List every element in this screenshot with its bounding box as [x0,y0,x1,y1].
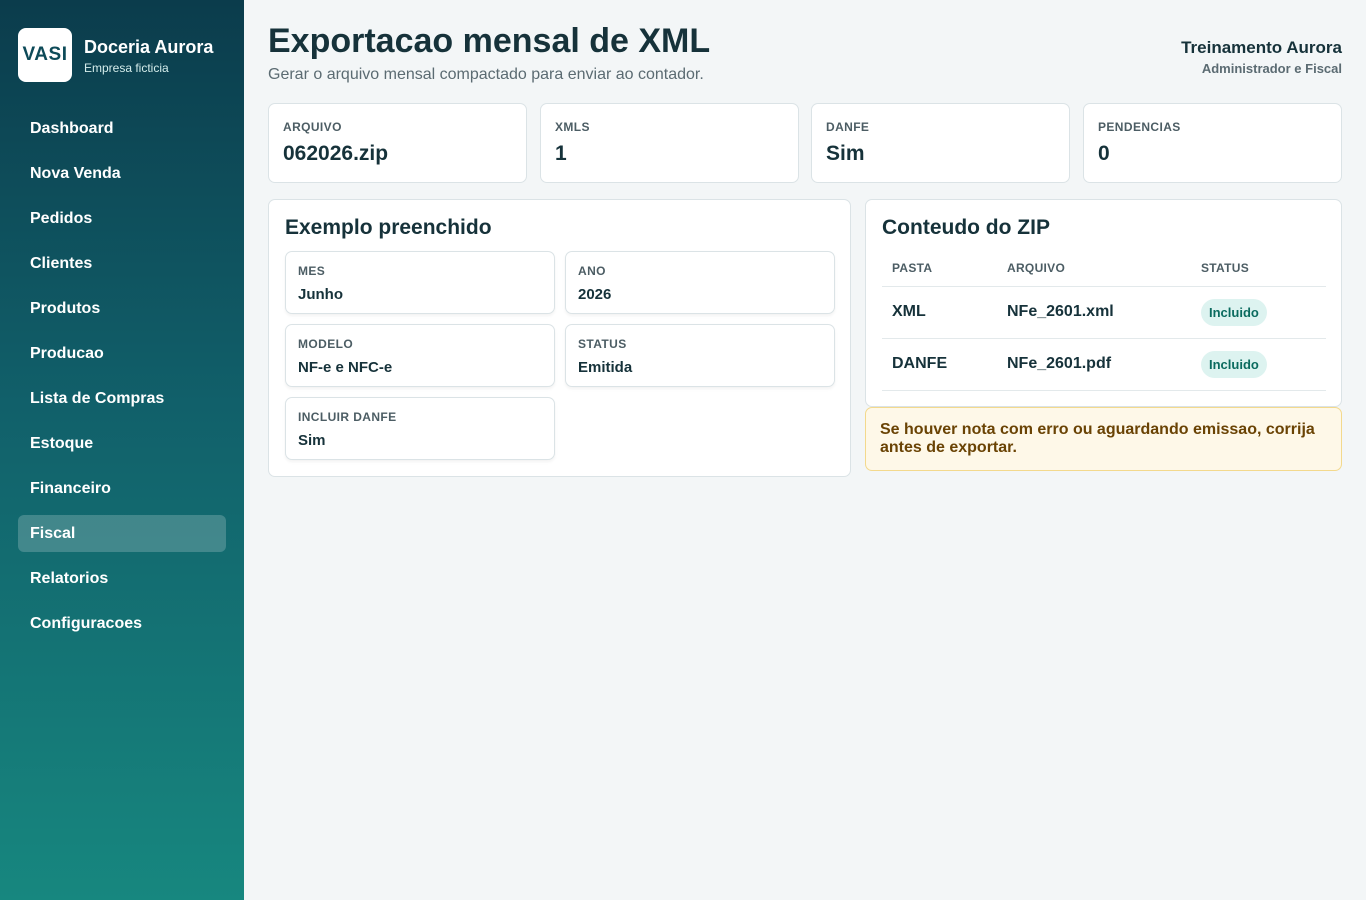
stat-label: PENDENCIAS [1098,120,1181,134]
sidebar-item-configuracoes[interactable]: Configuracoes [18,605,226,642]
field-value: Sim [298,432,326,449]
sidebar-item-lista-de-compras[interactable]: Lista de Compras [18,380,226,417]
cell-status: Incluido [1191,286,1326,339]
column-header-status: STATUS [1191,250,1326,287]
zip-panel-title: Conteudo do ZIP [882,216,1050,239]
field-incluir-danfe[interactable]: INCLUIR DANFE Sim [285,397,555,460]
cell-status: Incluido [1191,338,1326,391]
column-header-pasta: PASTA [882,250,997,287]
table-header-row: PASTA ARQUIVO STATUS [882,250,1326,287]
zip-table: PASTA ARQUIVO STATUS XML NFe_2601.xml In… [882,250,1326,391]
stat-label: ARQUIVO [283,120,342,134]
cell-file: NFe_2601.xml [997,286,1191,339]
warning-alert: Se houver nota com erro ou aguardando em… [865,407,1342,471]
stat-value: 0 [1098,142,1110,165]
field-value: 2026 [578,286,612,303]
sidebar-item-produtos[interactable]: Produtos [18,290,226,327]
field-mes[interactable]: MES Junho [285,251,555,314]
field-label: MODELO [298,337,354,351]
stat-value: 062026.zip [283,142,389,165]
sidebar: VASI Doceria Aurora Empresa ficticia Das… [0,0,244,900]
brand: VASI Doceria Aurora Empresa ficticia [18,28,213,82]
field-label: ANO [578,264,606,278]
sidebar-nav: Dashboard Nova Venda Pedidos Clientes Pr… [18,110,226,650]
table-row: DANFE NFe_2601.pdf Incluido [882,338,1326,391]
status-badge: Incluido [1201,350,1267,378]
sidebar-item-pedidos[interactable]: Pedidos [18,200,226,237]
column-header-arquivo: ARQUIVO [997,250,1191,287]
sidebar-item-estoque[interactable]: Estoque [18,425,226,462]
sidebar-item-fiscal[interactable]: Fiscal [18,515,226,552]
user-role: Administrador e Fiscal [1201,61,1342,76]
sidebar-item-clientes[interactable]: Clientes [18,245,226,282]
table-row: XML NFe_2601.xml Incluido [882,286,1326,339]
page-title: Exportacao mensal de XML [268,22,711,60]
brand-logo: VASI [18,28,72,82]
sidebar-item-financeiro[interactable]: Financeiro [18,470,226,507]
zip-content-panel: Conteudo do ZIP PASTA ARQUIVO STATUS XML… [865,199,1342,407]
sidebar-item-relatorios[interactable]: Relatorios [18,560,226,597]
field-value: Emitida [578,359,633,376]
status-badge: Incluido [1201,298,1267,326]
cell-folder: DANFE [882,338,997,391]
sidebar-item-producao[interactable]: Producao [18,335,226,372]
stat-card-danfe: DANFE Sim [811,103,1070,183]
field-modelo[interactable]: MODELO NF-e e NFC-e [285,324,555,387]
stat-card-pendencias: PENDENCIAS 0 [1083,103,1342,183]
field-label: STATUS [578,337,627,351]
example-panel-title: Exemplo preenchido [285,216,492,239]
sidebar-item-dashboard[interactable]: Dashboard [18,110,226,147]
user-name: Treinamento Aurora [1181,38,1342,57]
sidebar-item-nova-venda[interactable]: Nova Venda [18,155,226,192]
stat-card-xmls: XMLS 1 [540,103,799,183]
stat-value: 1 [555,142,567,165]
cell-folder: XML [882,286,997,339]
field-value: Junho [298,286,343,303]
field-value: NF-e e NFC-e [298,359,393,376]
brand-subtitle: Empresa ficticia [84,60,169,75]
cell-file: NFe_2601.pdf [997,338,1191,391]
example-panel: Exemplo preenchido MES Junho ANO 2026 MO… [268,199,851,477]
stat-label: XMLS [555,120,590,134]
field-label: INCLUIR DANFE [298,410,397,424]
field-status[interactable]: STATUS Emitida [565,324,835,387]
user-info: Treinamento Aurora Administrador e Fisca… [1181,38,1342,76]
brand-name: Doceria Aurora [84,36,214,57]
page-subtitle: Gerar o arquivo mensal compactado para e… [268,66,704,83]
stat-value: Sim [826,142,865,165]
field-ano[interactable]: ANO 2026 [565,251,835,314]
stat-label: DANFE [826,120,870,134]
stat-card-arquivo: ARQUIVO 062026.zip [268,103,527,183]
field-label: MES [298,264,326,278]
brand-text: Doceria Aurora Empresa ficticia [84,36,213,75]
